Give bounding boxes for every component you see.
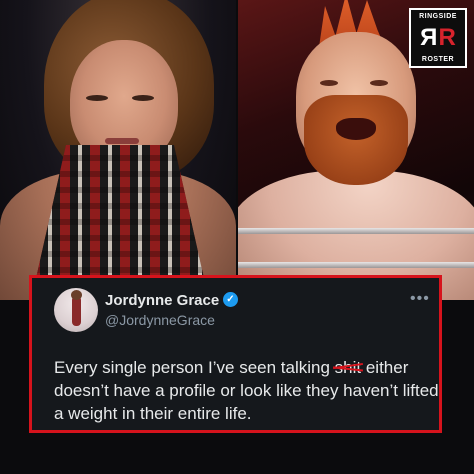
logo-mark-left: R (420, 24, 438, 51)
verified-badge-icon: ✓ (223, 292, 238, 307)
censored-word: shit (334, 358, 362, 377)
post-image: RINGSIDE R R ROSTER Jordynne Grace ✓ @Jo… (0, 0, 474, 474)
user-handle[interactable]: @JordynneGrace (105, 312, 215, 328)
display-name[interactable]: Jordynne Grace (105, 292, 219, 309)
tweet-text-part1: Every single person I’ve seen talking (54, 358, 335, 377)
left-wrestler-photo (0, 0, 236, 300)
logo-mark: R R (420, 24, 456, 51)
logo-bottom-text: ROSTER (421, 56, 455, 63)
logo-top-text: RINGSIDE (419, 13, 457, 20)
ringside-roster-logo: RINGSIDE R R ROSTER (409, 8, 467, 68)
logo-mark-right: R (438, 24, 456, 51)
tweet-card: Jordynne Grace ✓ @JordynneGrace ••• Ever… (29, 275, 442, 433)
tweet-text: Every single person I’ve seen talking sh… (54, 356, 439, 425)
photo-divider (236, 0, 238, 300)
more-options-icon[interactable]: ••• (410, 290, 430, 308)
avatar[interactable] (54, 288, 98, 332)
